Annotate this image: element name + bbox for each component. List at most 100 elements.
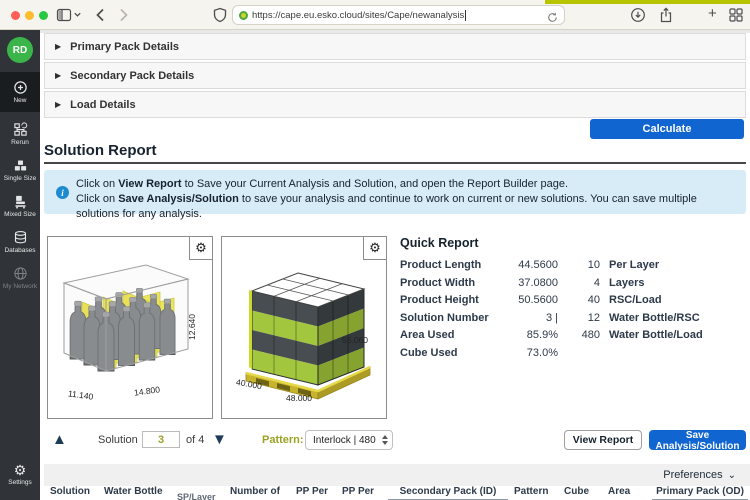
case-view-settings-button[interactable]: ⚙ (189, 237, 212, 260)
column-header: Pattern (514, 486, 549, 497)
globe-icon (13, 267, 27, 280)
column-header: Solution (50, 486, 90, 497)
quick-report-row: Solution Number 3 | 12 Water Bottle/RSC (400, 311, 700, 324)
url-text: https://cape.eu.esko.cloud/sites/Cape/ne… (252, 9, 465, 21)
rerun-icon (13, 122, 27, 136)
sidebar-item-label: Single Size (3, 175, 37, 182)
pallet-view-settings-button[interactable]: ⚙ (363, 237, 386, 260)
avatar[interactable]: RD (7, 37, 33, 63)
select-stepper-icon (382, 435, 388, 445)
column-group-header: Primary Pack (OD) (652, 486, 748, 500)
info-banner: i Click on View Report to Save your Curr… (44, 170, 746, 220)
chevron-down-icon: ⌄ (727, 469, 736, 481)
sidebar-item-new[interactable]: New (0, 72, 40, 112)
gear-icon: ⚙ (369, 240, 381, 255)
downloads-icon[interactable] (630, 7, 646, 23)
sidebar-item-label: Rerun (11, 139, 29, 146)
column-header: PP Per (342, 486, 375, 497)
quick-report-row: Cube Used 73.0% (400, 346, 558, 359)
column-header: PP Per (296, 486, 329, 497)
next-solution-button[interactable]: ▼ (212, 431, 227, 449)
save-analysis-button[interactable]: Save Analysis/Solution (649, 430, 746, 452)
column-header: Water Bottle (104, 486, 163, 497)
accordion-label: Secondary Pack Details (70, 69, 195, 82)
quick-report-row: Product Height 50.5600 40 RSC/Load (400, 294, 662, 306)
load-depth-dimension: 48.000 (286, 393, 312, 403)
load-height-dimension: 56.060 (342, 335, 368, 345)
column-header: SP/Layer (177, 492, 216, 500)
quick-report-row: Product Length 44.5600 10 Per Layer (400, 259, 660, 271)
zoom-window-button[interactable] (39, 11, 48, 20)
sidebar-item-databases[interactable]: Databases (0, 224, 40, 260)
previous-solution-button[interactable]: ▲ (52, 431, 67, 449)
preferences-toggle[interactable]: Preferences ⌄ (44, 464, 750, 486)
sidebar-item-label: Settings (8, 478, 32, 486)
info-icon: i (56, 186, 69, 199)
share-icon[interactable] (658, 7, 674, 23)
forward-button[interactable] (115, 7, 131, 23)
gear-icon: ⚙ (195, 240, 207, 255)
preferences-label: Preferences (663, 469, 723, 481)
mixed-size-icon (15, 195, 25, 209)
accordion-label: Primary Pack Details (70, 40, 180, 53)
pattern-label: Pattern: (262, 434, 304, 446)
sidebar-item-label: Databases (4, 247, 36, 254)
column-header: Area (608, 486, 631, 497)
browser-toolbar: https://cape.eu.esko.cloud/sites/Cape/ne… (0, 0, 750, 30)
pattern-select[interactable]: Interlock | 480 (305, 430, 393, 450)
sidebar-item-rerun[interactable]: Rerun (0, 116, 40, 152)
pallet-3d-view[interactable] (222, 237, 386, 418)
accordion-load-details[interactable]: ▶ Load Details (44, 91, 746, 118)
sidebar-item-mixed-size[interactable]: Mixed Size (0, 188, 40, 224)
new-tab-icon[interactable]: + (708, 6, 717, 22)
sidebar-item-label: My Network (2, 283, 38, 290)
solution-nav-row: ▲ Solution of 4 ▼ Pattern: Interlock | 4… (40, 430, 750, 452)
collapsed-arrow-icon: ▶ (55, 100, 62, 109)
quick-report-row: Product Width 37.0800 4 Layers (400, 276, 645, 289)
accordion-secondary-pack[interactable]: ▶ Secondary Pack Details (44, 62, 746, 89)
site-favicon (239, 10, 248, 20)
solution-label: Solution (98, 434, 138, 446)
sidebar-item-label: New (13, 97, 27, 104)
sidebar-item-my-network[interactable]: My Network (0, 260, 40, 296)
quick-report-title: Quick Report (400, 236, 479, 250)
collapsed-arrow-icon: ▶ (55, 42, 62, 51)
back-button[interactable] (93, 7, 109, 23)
plus-circle-icon (13, 81, 27, 94)
sidebar-item-single-size[interactable]: Single Size (0, 152, 40, 188)
calculate-button[interactable]: Calculate (590, 119, 744, 139)
sidebar-item-label: Mixed Size (4, 211, 36, 218)
view-report-button[interactable]: View Report (564, 430, 642, 450)
pallet-view-panel[interactable]: 40.000 48.000 56.060 ⚙ (221, 236, 387, 419)
pattern-selected-value: Interlock | 480 (313, 434, 376, 446)
accordion-label: Load Details (70, 98, 136, 111)
quick-report: Quick Report Product Length 44.5600 10 Per … (400, 236, 746, 364)
accordion-primary-pack[interactable]: ▶ Primary Pack Details (44, 33, 746, 60)
reload-icon[interactable] (547, 10, 558, 22)
solution-number-input[interactable] (142, 431, 180, 448)
case-height-dimension: 12.640 (187, 314, 197, 340)
database-icon (14, 231, 26, 244)
info-text: Click on View Report to Save your Curren… (76, 178, 697, 220)
background-window-edge (545, 0, 750, 4)
solution-total: of 4 (186, 434, 205, 446)
address-bar[interactable]: https://cape.eu.esko.cloud/sites/Cape/ne… (232, 5, 565, 25)
sidebar-toggle-icon[interactable] (56, 7, 72, 23)
column-header: Cube (564, 486, 589, 497)
sidebar-item-settings[interactable]: ⚙ Settings (0, 456, 40, 492)
collapsed-arrow-icon: ▶ (55, 71, 62, 80)
page-title: Solution Report (44, 142, 157, 159)
text-caret (465, 9, 467, 21)
column-header: Number of (230, 486, 280, 497)
privacy-shield-icon[interactable] (212, 7, 228, 23)
app-sidebar: RD New Rerun Single Size Mixed Size Data… (0, 30, 40, 500)
gear-icon: ⚙ (13, 461, 27, 478)
tab-overview-icon[interactable] (728, 7, 744, 23)
single-size-icon (14, 160, 26, 171)
case-view-panel[interactable]: 11.140 14.800 12.640 ⚙ (47, 236, 213, 419)
results-table-header: Solution Water Bottle SP/Layer Number of… (40, 486, 750, 500)
minimize-window-button[interactable] (25, 11, 34, 20)
close-window-button[interactable] (11, 11, 20, 20)
page-content: ▶ Primary Pack Details ▶ Secondary Pack … (40, 30, 750, 500)
sidebar-chevron-icon[interactable] (73, 10, 82, 19)
